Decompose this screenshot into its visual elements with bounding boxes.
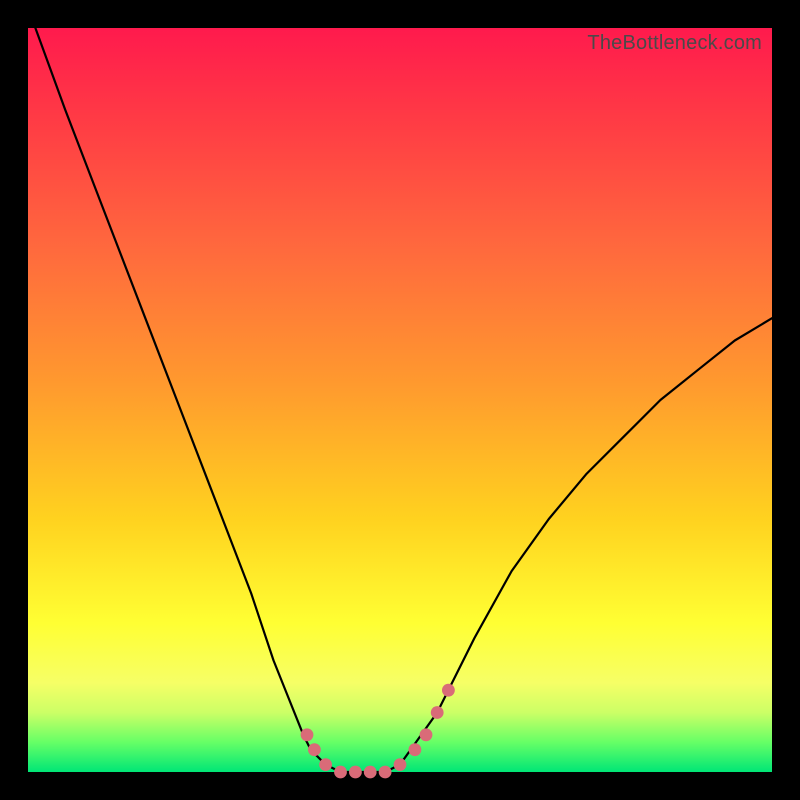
highlight-dot [364, 766, 377, 779]
highlight-dot [319, 758, 332, 771]
highlight-dot [394, 758, 407, 771]
bottleneck-curve [35, 28, 772, 772]
highlight-dot [308, 743, 321, 756]
highlight-dot [420, 728, 433, 741]
highlight-dot [379, 766, 392, 779]
highlight-dot [334, 766, 347, 779]
chart-frame: TheBottleneck.com [0, 0, 800, 800]
plot-area: TheBottleneck.com [28, 28, 772, 772]
curve-overlay [28, 28, 772, 772]
highlight-dot [431, 706, 444, 719]
highlight-dot [349, 766, 362, 779]
highlight-dot [409, 743, 422, 756]
highlight-dots [301, 684, 455, 779]
highlight-dot [301, 728, 314, 741]
highlight-dot [442, 684, 455, 697]
